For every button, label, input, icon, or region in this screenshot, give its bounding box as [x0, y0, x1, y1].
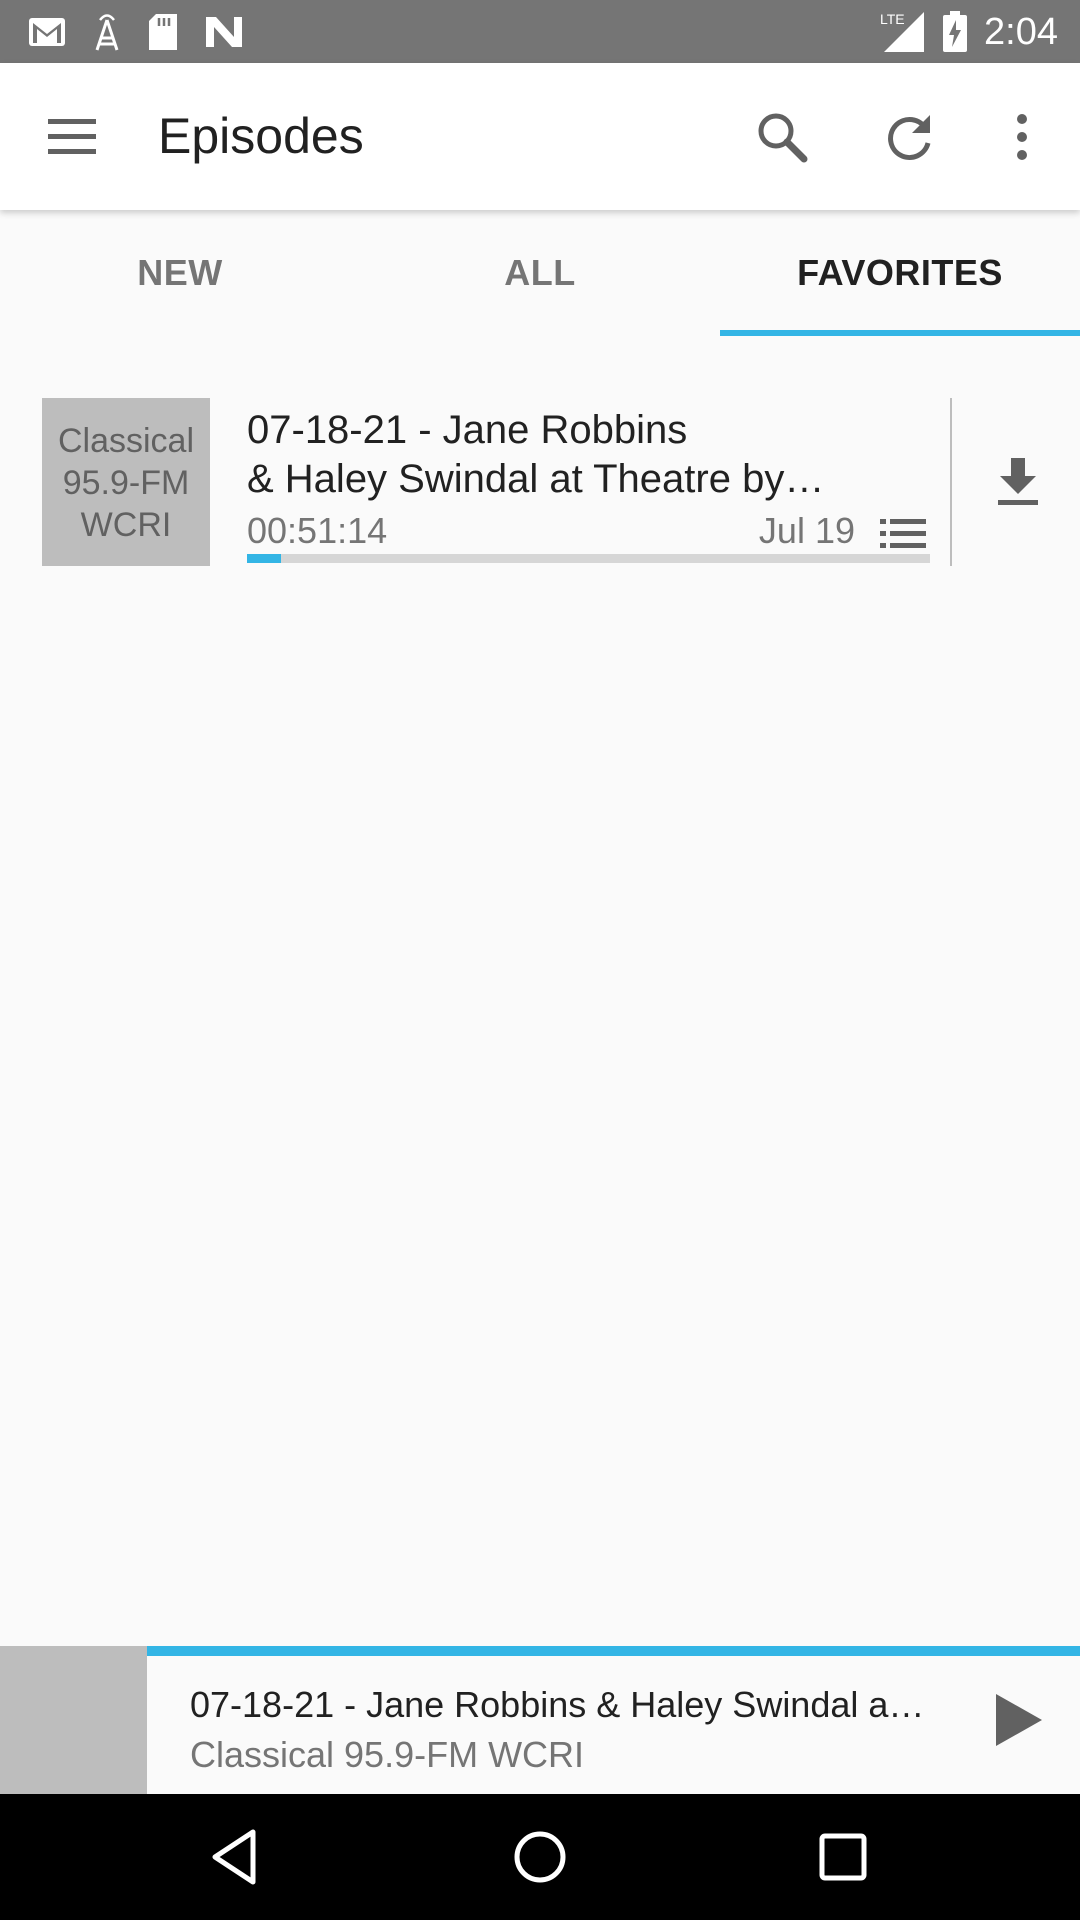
refresh-icon[interactable]: [880, 107, 940, 167]
status-time: 2:04: [984, 10, 1058, 53]
tab-all[interactable]: ALL: [360, 210, 720, 336]
tab-indicator: [720, 330, 1080, 336]
now-playing-progress: [147, 1646, 1080, 1656]
recents-icon[interactable]: [810, 1824, 876, 1890]
system-nav-bar: [0, 1794, 1080, 1920]
svg-text:LTE: LTE: [880, 11, 905, 27]
more-vert-icon[interactable]: [1000, 107, 1044, 167]
home-icon[interactable]: [507, 1824, 573, 1890]
battery-charging-icon: [943, 11, 968, 52]
antenna-icon: [95, 14, 119, 51]
app-bar: Episodes: [0, 63, 1080, 210]
now-playing-bar[interactable]: 07-18-21 - Jane Robbins & Haley Swindal …: [0, 1646, 1080, 1794]
search-icon[interactable]: [752, 107, 812, 167]
status-bar: LTE 2:04: [0, 0, 1080, 63]
tab-bar: NEW ALL FAVORITES: [0, 210, 1080, 336]
episode-progress-bar: [247, 554, 930, 563]
signal-icon: LTE: [880, 11, 925, 52]
menu-icon[interactable]: [42, 113, 102, 161]
n-icon: [206, 17, 242, 47]
episode-date: Jul 19: [758, 510, 855, 551]
sd-card-icon: [149, 14, 177, 50]
now-playing-title: 07-18-21 - Jane Robbins & Haley Swindal …: [190, 1684, 925, 1725]
episode-progress-fill: [247, 554, 282, 563]
episode-thumbnail: Classical 95.9-FM WCRI: [42, 398, 210, 566]
now-playing-subtitle: Classical 95.9-FM WCRI: [190, 1734, 585, 1775]
gmail-icon: [29, 18, 65, 46]
queue-list-icon: [880, 519, 926, 548]
tab-new[interactable]: NEW: [0, 210, 360, 336]
tab-favorites[interactable]: FAVORITES: [720, 210, 1080, 336]
item-divider: [950, 398, 952, 566]
episode-duration: 00:51:14: [247, 510, 388, 551]
back-icon[interactable]: [203, 1824, 269, 1890]
page-title: Episodes: [158, 108, 364, 164]
now-playing-cover: [0, 1646, 147, 1794]
list-item[interactable]: Classical 95.9-FM WCRI 07-18-21 - Jane R…: [0, 398, 1080, 568]
download-icon[interactable]: [990, 454, 1046, 510]
episode-title: 07-18-21 - Jane Robbins & Haley Swindal …: [247, 408, 825, 501]
play-icon[interactable]: [990, 1690, 1046, 1750]
